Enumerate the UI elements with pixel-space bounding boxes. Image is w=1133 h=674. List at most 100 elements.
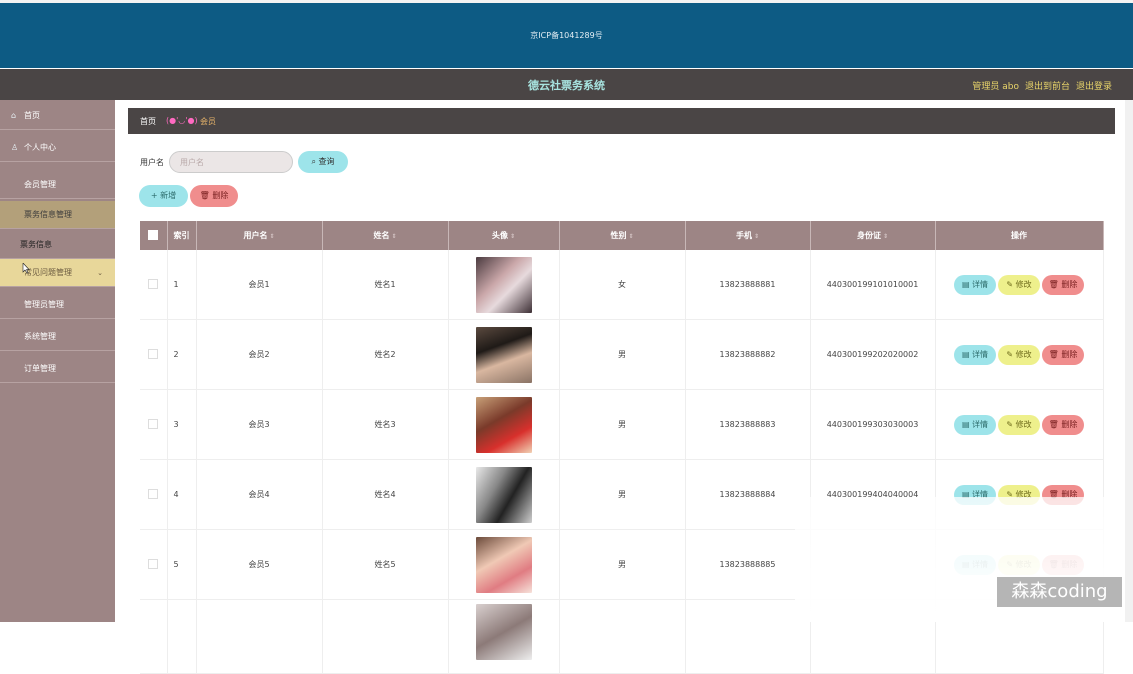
cell-avatar: [448, 529, 560, 600]
col-header-gender[interactable]: 性别 ⇕: [559, 221, 686, 250]
sidebar-item-label: 首页: [24, 111, 40, 120]
sidebar-item-system[interactable]: 系统管理: [0, 323, 115, 351]
user-icon: ♙: [11, 143, 19, 152]
cell-avatar: [448, 389, 560, 460]
detail-button[interactable]: ▤ 详情: [954, 414, 996, 435]
sidebar-item-label: 票务信息: [20, 240, 52, 249]
sidebar-item-label: 系统管理: [24, 332, 56, 341]
sort-icon: ⇕: [753, 233, 760, 240]
cell-index: 4: [167, 459, 197, 530]
cell-name: 姓名3: [322, 389, 449, 460]
col-header-avatar[interactable]: 头像 ⇕: [448, 221, 560, 250]
cell-gender: 女: [559, 250, 686, 320]
col-header-phone[interactable]: 手机 ⇕: [685, 221, 811, 250]
delete-button[interactable]: 🗑 删除: [1042, 414, 1084, 435]
detail-button[interactable]: ▤ 详情: [954, 274, 996, 295]
cell-avatar: [448, 250, 560, 320]
sidebar-item-label: 管理员管理: [24, 300, 64, 309]
sort-icon: ⇕: [882, 233, 889, 240]
plus-icon: +: [150, 191, 158, 200]
app-title: 德云社票务系统: [528, 79, 605, 92]
col-header-username[interactable]: 用户名 ⇕: [196, 221, 323, 250]
top-banner: 京ICP备1041289号: [0, 0, 1133, 68]
sidebar-item-label: 常见问题管理: [24, 268, 72, 277]
avatar: [475, 536, 532, 593]
delete-button[interactable]: 🗑 删除: [1042, 344, 1084, 365]
sidebar-item-ticket-info[interactable]: 票务信息: [0, 231, 115, 259]
cell-name: 姓名4: [322, 459, 449, 530]
icp-text: 京ICP备1041289号: [530, 31, 603, 40]
cell-actions: ▤ 详情✎ 修改🗑 删除: [935, 319, 1104, 390]
cell-actions: ▤ 详情✎ 修改🗑 删除: [935, 250, 1104, 320]
add-button[interactable]: + 新增: [139, 185, 188, 207]
mouse-cursor-icon: [22, 263, 30, 274]
row-checkbox[interactable]: [140, 389, 168, 460]
col-header-index: 索引: [167, 221, 197, 250]
document-icon: ▤: [961, 279, 970, 289]
sort-icon: ⇕: [509, 233, 516, 240]
sidebar-item-label: 会员管理: [24, 180, 56, 189]
cell-phone: 13823888881: [685, 250, 811, 320]
breadcrumb: 首页 (●'◡'●) 会员: [128, 108, 1115, 134]
col-header-idcard[interactable]: 身份证 ⇕: [810, 221, 936, 250]
search-icon: ⌕: [311, 157, 316, 166]
cell-index: 1: [167, 250, 197, 320]
sidebar-item-label: 个人中心: [24, 143, 56, 152]
trash-icon: 🗑: [199, 191, 210, 200]
pencil-icon: ✎: [1006, 349, 1014, 359]
sidebar-item-label: 票务信息管理: [24, 210, 72, 219]
edit-button[interactable]: ✎ 修改: [998, 344, 1040, 365]
select-all-checkbox[interactable]: [140, 221, 168, 250]
sidebar-item-ticket-manage[interactable]: 票务信息管理: [0, 201, 115, 229]
cell-username: 会员2: [196, 319, 323, 390]
batch-delete-button[interactable]: 🗑 删除: [190, 185, 238, 207]
query-button[interactable]: ⌕ 查询: [298, 151, 348, 173]
detail-button[interactable]: ▤ 详情: [954, 344, 996, 365]
back-to-front-link[interactable]: 退出到前台: [1025, 79, 1070, 92]
cell-phone: 13823888882: [685, 319, 811, 390]
avatar: [475, 396, 532, 453]
cell-phone: 13823888883: [685, 389, 811, 460]
breadcrumb-home[interactable]: 首页: [140, 116, 156, 127]
avatar: [475, 326, 532, 383]
sidebar-item-admins[interactable]: 管理员管理: [0, 291, 115, 319]
col-header-name[interactable]: 姓名 ⇕: [322, 221, 449, 250]
cell-name: 姓名2: [322, 319, 449, 390]
sidebar-item-faq[interactable]: 常见问题管理 ⌄: [0, 259, 115, 287]
edit-button[interactable]: ✎ 修改: [998, 414, 1040, 435]
cell-gender: 男: [559, 389, 686, 460]
cell-idcard: 440300199101010001: [810, 250, 936, 320]
cell-gender: 男: [559, 459, 686, 530]
trash-icon: 🗑: [1048, 279, 1059, 289]
cell-username: 会员5: [196, 529, 323, 600]
cell-phone: 13823888884: [685, 459, 811, 530]
row-checkbox[interactable]: [140, 319, 168, 390]
cell-name: 姓名5: [322, 529, 449, 600]
trash-icon: 🗑: [1048, 349, 1059, 359]
sidebar: ⌂ 首页 ♙ 个人中心 会员管理 票务信息管理 票务信息 常见问题管理 ⌄ 管理…: [0, 100, 115, 622]
sidebar-item-personal[interactable]: ♙ 个人中心: [0, 134, 115, 162]
document-icon: ▤: [961, 349, 970, 359]
pencil-icon: ✎: [1006, 419, 1014, 429]
cell-actions: ▤ 详情✎ 修改🗑 删除: [935, 389, 1104, 460]
sidebar-item-home[interactable]: ⌂ 首页: [0, 102, 115, 130]
page-scrollbar[interactable]: [1125, 100, 1133, 622]
row-checkbox[interactable]: [140, 250, 168, 320]
delete-button[interactable]: 🗑 删除: [1042, 274, 1084, 295]
pencil-icon: ✎: [1006, 279, 1014, 289]
row-checkbox[interactable]: [140, 529, 168, 600]
cell-idcard: 440300199202020002: [810, 319, 936, 390]
breadcrumb-emoticon: (●'◡'●): [166, 116, 198, 125]
cell-avatar: [448, 459, 560, 530]
edit-button[interactable]: ✎ 修改: [998, 274, 1040, 295]
row-checkbox[interactable]: [140, 459, 168, 530]
sidebar-item-members[interactable]: 会员管理: [0, 171, 115, 199]
chevron-down-icon: ⌄: [97, 269, 103, 277]
cell-avatar: [448, 319, 560, 390]
sidebar-item-label: 订单管理: [24, 364, 56, 373]
cell-gender: 男: [559, 529, 686, 600]
sidebar-item-orders[interactable]: 订单管理: [0, 355, 115, 383]
cell-idcard: 440300199303030003: [810, 389, 936, 460]
username-search-input[interactable]: [169, 151, 293, 173]
logout-link[interactable]: 退出登录: [1076, 79, 1112, 92]
